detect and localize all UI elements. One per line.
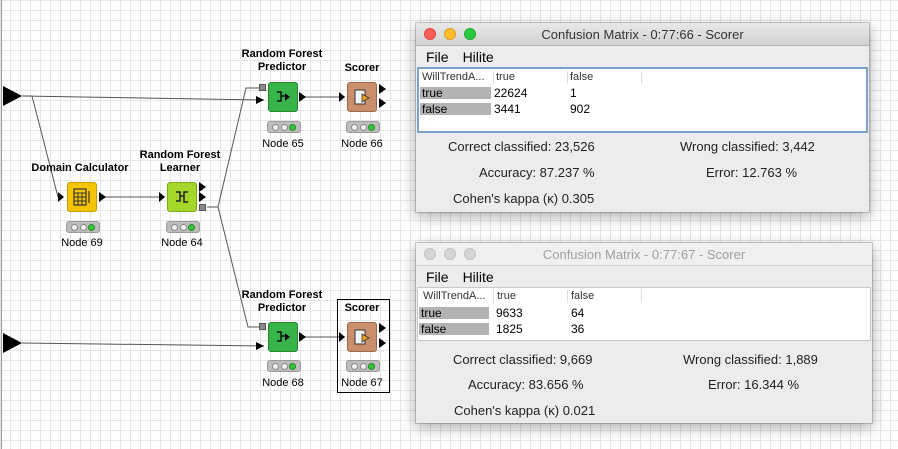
window-titlebar[interactable]: Confusion Matrix - 0:77:66 - Scorer [416,23,869,46]
cell-true-false: 64 [571,306,585,320]
scorer-top-title: Scorer [344,62,380,74]
confusion-matrix-table[interactable]: WillTrendA... true false true 9633 64 fa… [417,287,871,341]
rf-learner-out-port-1[interactable] [199,182,206,192]
scorer-icon [354,329,370,345]
rf-predictor-bottom-out-port[interactable] [299,332,306,342]
error-rate: Error: 12.763 % [706,165,798,180]
scorer-bottom-status [346,360,380,372]
scorer-bottom-out-port-2[interactable] [379,338,386,348]
rf-learner-label: Node 64 [161,237,203,249]
domain-calculator-status [66,221,100,233]
confusion-matrix-table[interactable]: WillTrendA... true false true 22624 1 fa… [417,67,868,133]
menu-hilite[interactable]: Hilite [463,49,494,65]
predictor-icon [277,331,290,342]
rf-predictor-top-node[interactable] [268,82,298,112]
confusion-matrix-window-67[interactable]: Confusion Matrix - 0:77:67 - Scorer File… [416,243,872,423]
scorer-top-out-port-1[interactable] [379,84,386,94]
rf-learner-out-port-2[interactable] [199,192,206,202]
rf-predictor-top-model-port[interactable] [259,84,266,91]
scorer-top-status [346,121,380,133]
rf-predictor-top-label: Node 65 [262,138,304,150]
cell-false-true: 1825 [496,322,523,336]
column-header-false[interactable]: false [570,71,593,83]
cell-false-true: 3441 [494,102,521,116]
rf-predictor-top-status [267,121,301,133]
cell-true-true: 9633 [496,306,523,320]
scorer-top-out-port-2[interactable] [379,98,386,108]
column-header-class[interactable]: WillTrendA... [422,71,485,83]
rf-predictor-bottom-model-port[interactable] [259,323,266,330]
scorer-bottom-out-port-1[interactable] [379,323,386,333]
cohens-kappa: Cohen's kappa (κ) 0.305 [453,191,595,206]
row-label-true: true [422,86,443,100]
scorer-top-node[interactable] [347,82,377,112]
cell-false-false: 36 [571,322,585,336]
column-header-true[interactable]: true [496,71,515,83]
scorer-icon [354,89,370,105]
scorer-bottom-title: Scorer [344,302,380,314]
menu-bar: File Hilite [416,266,872,288]
rf-predictor-bottom-label: Node 68 [262,377,304,389]
column-header-class[interactable]: WillTrendA... [423,290,486,302]
rf-predictor-bottom-title: Random Forest Predictor [241,289,323,314]
menu-bar: File Hilite [416,46,869,68]
calculator-icon [73,188,90,206]
error-rate: Error: 16.344 % [708,377,800,392]
row-label-false: false [422,102,448,116]
rf-learner-node[interactable] [167,182,197,212]
cell-true-false: 1 [570,86,577,100]
scorer-bottom-label: Node 67 [341,377,383,389]
correct-classified: Correct classified: 23,526 [448,139,595,154]
column-header-true[interactable]: true [497,290,516,302]
row-label-false: false [421,322,447,336]
cohens-kappa: Cohen's kappa (κ) 0.021 [454,403,596,418]
cell-false-false: 902 [570,102,591,116]
predictor-icon [277,91,290,102]
random-forest-icon [176,191,188,203]
domain-calculator-label: Node 69 [61,237,103,249]
accuracy: Accuracy: 83.656 % [468,377,584,392]
rf-learner-status [166,221,200,233]
rf-predictor-top-out-port[interactable] [299,92,306,102]
confusion-matrix-window-66[interactable]: Confusion Matrix - 0:77:66 - Scorer File… [416,23,869,212]
window-titlebar[interactable]: Confusion Matrix - 0:77:67 - Scorer [416,243,872,266]
cell-true-true: 22624 [494,86,528,100]
window-title: Confusion Matrix - 0:77:67 - Scorer [542,247,746,262]
domain-calculator-out-port[interactable] [99,192,106,202]
rf-learner-title: Random Forest Learner [139,149,221,174]
row-label-true: true [421,306,442,320]
accuracy: Accuracy: 87.237 % [479,165,595,180]
wrong-classified: Wrong classified: 1,889 [683,352,818,367]
wrong-classified: Wrong classified: 3,442 [680,139,815,154]
column-header-false[interactable]: false [571,290,594,302]
rf-learner-model-port[interactable] [199,204,206,211]
correct-classified: Correct classified: 9,669 [453,352,593,367]
window-title: Confusion Matrix - 0:77:66 - Scorer [541,27,744,42]
rf-predictor-top-title: Random Forest Predictor [241,48,323,73]
menu-file[interactable]: File [426,269,449,285]
scorer-bottom-node[interactable] [347,322,377,352]
menu-file[interactable]: File [426,49,449,65]
rf-predictor-bottom-status [267,360,301,372]
domain-calculator-title: Domain Calculator [31,162,129,174]
rf-predictor-bottom-node[interactable] [268,322,298,352]
menu-hilite[interactable]: Hilite [463,269,494,285]
domain-calculator-node[interactable] [67,182,97,212]
scorer-top-label: Node 66 [341,138,383,150]
